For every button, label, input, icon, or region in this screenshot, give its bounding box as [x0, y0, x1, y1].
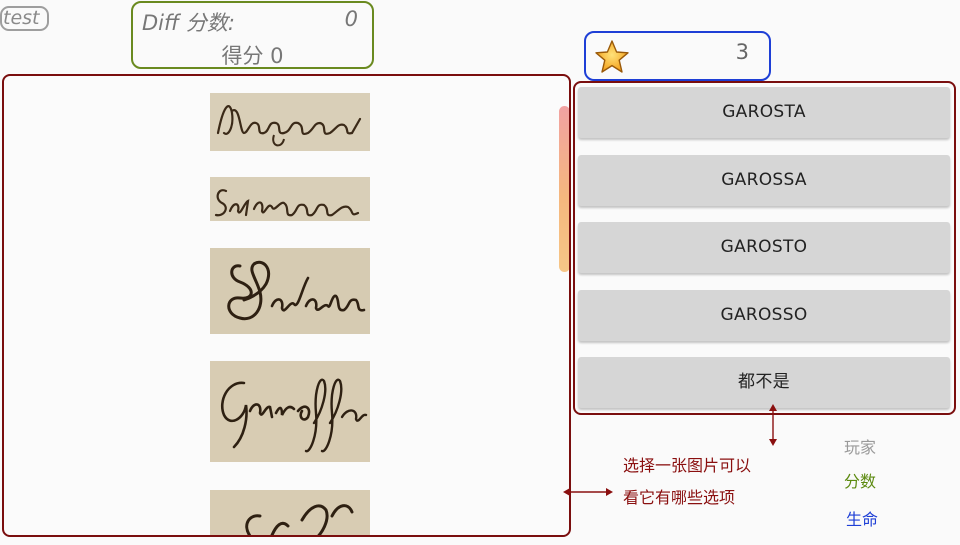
hint-text-line1: 选择一张图片可以 — [623, 456, 752, 475]
image-list-item[interactable] — [9, 476, 564, 535]
option-button-4[interactable]: GAROSSO — [578, 290, 950, 341]
legend-lives: 生命 — [846, 510, 879, 529]
player-name: test — [3, 7, 40, 29]
lives-value: 3 — [735, 40, 749, 64]
diff-score-label: Diff 分数: — [142, 11, 235, 35]
player-badge: test — [0, 6, 49, 31]
image-list-item[interactable] — [9, 165, 564, 241]
legend-score: 分数 — [844, 472, 877, 491]
image-list-item[interactable] — [9, 78, 564, 169]
vertical-arrow-icon — [769, 404, 777, 446]
image-list-item[interactable] — [9, 237, 564, 354]
lives-box: 3 — [584, 31, 771, 81]
score-box: Diff 分数: 0 得分 0 — [131, 1, 374, 69]
handwriting-image[interactable] — [210, 361, 370, 462]
handwriting-image[interactable] — [210, 490, 370, 535]
options-panel: GAROSTA GAROSSA GAROSTO GAROSSO 都不是 — [573, 81, 956, 415]
score-text: 得分 0 — [221, 44, 284, 68]
option-button-3[interactable]: GAROSTO — [578, 222, 950, 273]
option-button-2[interactable]: GAROSSA — [578, 155, 950, 206]
diff-score-value: 0 — [344, 7, 358, 31]
image-list-item[interactable] — [9, 350, 564, 480]
star-icon — [594, 39, 630, 75]
list-scrollbar[interactable] — [559, 106, 569, 272]
horizontal-arrow-icon — [563, 488, 613, 496]
handwriting-image[interactable] — [210, 177, 370, 221]
option-button-1[interactable]: GAROSTA — [578, 87, 950, 138]
handwriting-image[interactable] — [210, 248, 370, 334]
option-button-none[interactable]: 都不是 — [578, 357, 950, 408]
handwriting-image[interactable] — [210, 93, 370, 151]
legend-player: 玩家 — [844, 438, 877, 457]
image-list-panel[interactable] — [2, 74, 571, 537]
hint-text-line2: 看它有哪些选项 — [623, 488, 736, 507]
